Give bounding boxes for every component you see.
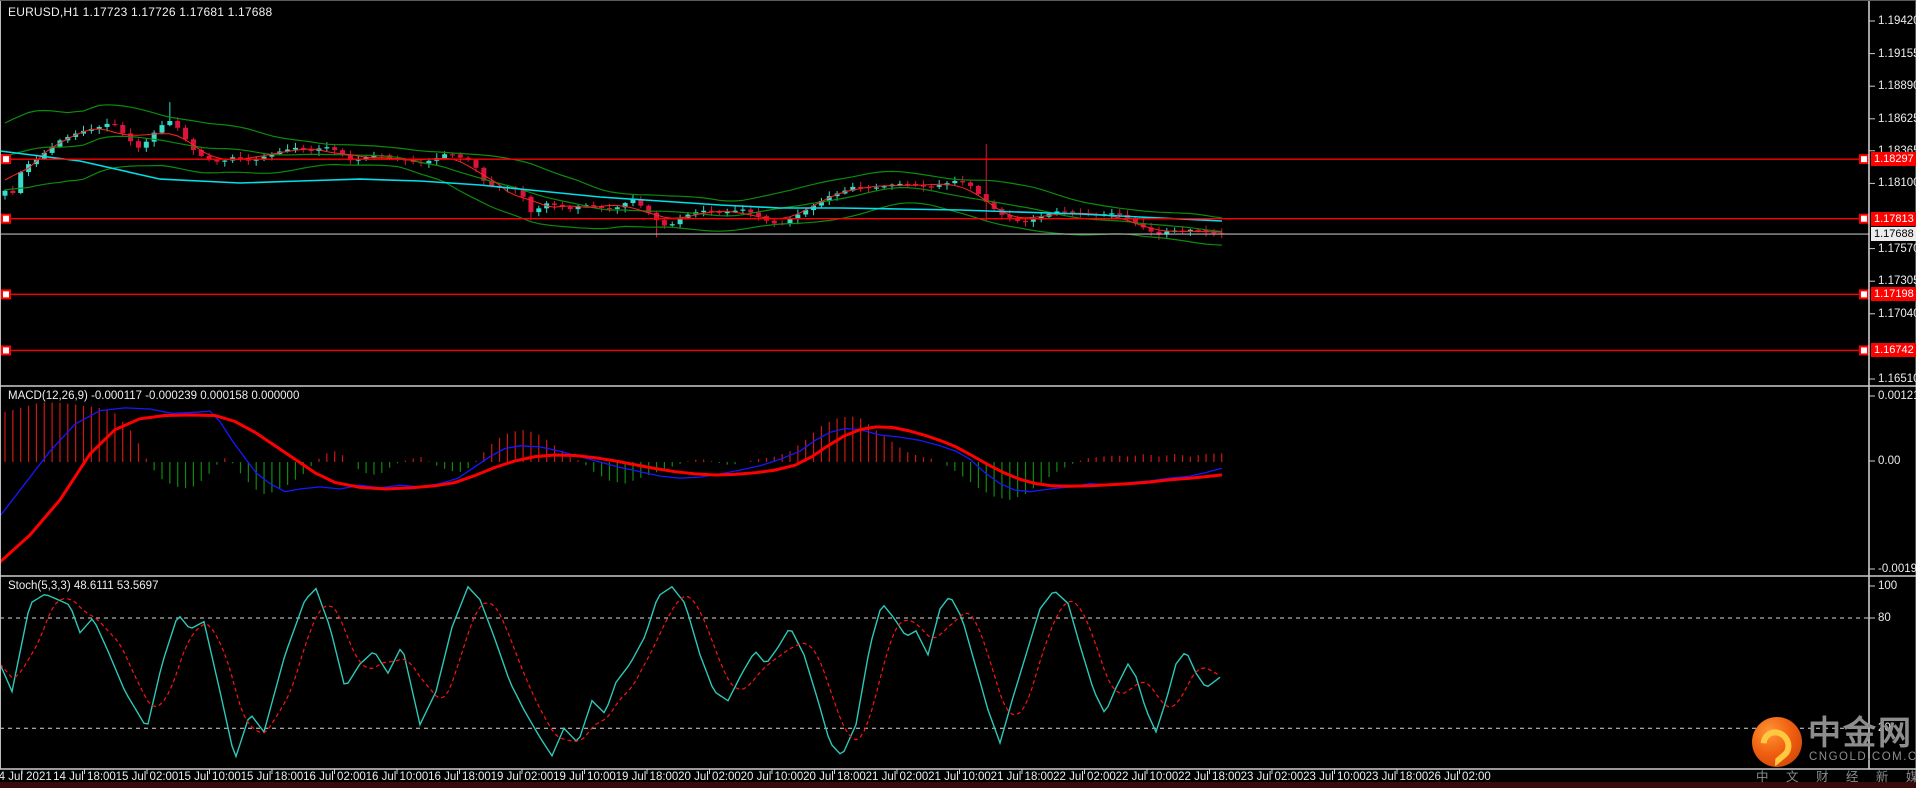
time-tick-label: 23 Jul 18:00 <box>1366 771 1429 783</box>
time-tick-label: 16 Jul 18:00 <box>428 771 491 783</box>
time-tick-label: 21 Jul 18:00 <box>991 771 1054 783</box>
time-tick-label: 15 Jul 02:00 <box>116 771 179 783</box>
time-tick-label: 15 Jul 18:00 <box>241 771 304 783</box>
logo-tagline-text: 中 文 财 经 新 媒 体 <box>1756 766 1916 785</box>
time-tick-label: 20 Jul 18:00 <box>803 771 866 783</box>
price-tick-label: 1.17040 <box>1878 308 1916 320</box>
macd-tick-label: 0.001219 <box>1878 390 1916 402</box>
time-tick-label: 19 Jul 18:00 <box>616 771 679 783</box>
cngold-watermark: 中金网 CNGOLD.COM.CN 中 文 财 经 新 媒 体 <box>1752 713 1912 783</box>
price-tick-label: 1.17305 <box>1878 275 1916 287</box>
price-tick-label: 1.17570 <box>1878 243 1916 255</box>
time-tick-label: 19 Jul 02:00 <box>491 771 554 783</box>
time-tick-label: 14 Jul 2021 <box>0 771 52 783</box>
price-tick-label: 1.19420 <box>1878 15 1916 27</box>
time-tick-label: 21 Jul 02:00 <box>866 771 929 783</box>
price-tick-label: 1.18890 <box>1878 80 1916 92</box>
time-tick-label: 22 Jul 10:00 <box>1116 771 1179 783</box>
logo-swirl-glyph <box>1754 723 1798 767</box>
time-tick-label: 22 Jul 18:00 <box>1178 771 1241 783</box>
current-bid-tag: 1.17688 <box>1871 227 1916 241</box>
time-tick-label: 20 Jul 02:00 <box>678 771 741 783</box>
symbol-ohlc-title: EURUSD,H1 1.17723 1.17726 1.17681 1.1768… <box>8 5 272 19</box>
hline-price-tag: 1.16742 <box>1871 343 1916 357</box>
macd-tick-label: -0.001981 <box>1878 563 1916 575</box>
price-tick-label: 1.18100 <box>1878 177 1916 189</box>
price-tick-label: 1.16510 <box>1878 373 1916 385</box>
time-tick-label: 14 Jul 18:00 <box>53 771 116 783</box>
time-tick-label: 21 Jul 10:00 <box>928 771 991 783</box>
time-tick-label: 23 Jul 02:00 <box>1241 771 1304 783</box>
hline-price-tag: 1.17198 <box>1871 287 1916 301</box>
time-tick-label: 20 Jul 10:00 <box>741 771 804 783</box>
price-tick-label: 1.18625 <box>1878 113 1916 125</box>
mt4-chart-window: EURUSD,H1 1.17723 1.17726 1.17681 1.1768… <box>0 0 1916 788</box>
stoch-tick-label: 100 <box>1878 580 1897 592</box>
time-tick-label: 22 Jul 02:00 <box>1053 771 1116 783</box>
time-tick-label: 26 Jul 02:00 <box>1428 771 1491 783</box>
cngold-logo-icon <box>1752 717 1802 767</box>
price-tick-label: 1.19155 <box>1878 48 1916 60</box>
time-tick-label: 19 Jul 10:00 <box>553 771 616 783</box>
stoch-indicator-label: Stoch(5,3,3) 48.6111 53.5697 <box>8 580 158 592</box>
logo-brand-text: 中金网 <box>1808 715 1912 751</box>
time-tick-label: 15 Jul 10:00 <box>178 771 241 783</box>
macd-tick-label: 0.00 <box>1878 455 1900 467</box>
time-tick-label: 16 Jul 02:00 <box>303 771 366 783</box>
logo-domain-text: CNGOLD.COM.CN <box>1809 751 1916 763</box>
hline-price-tag: 1.18297 <box>1871 152 1916 166</box>
stoch-tick-label: 80 <box>1878 612 1891 624</box>
time-tick-label: 16 Jul 10:00 <box>366 771 429 783</box>
macd-indicator-label: MACD(12,26,9) -0.000117 -0.000239 0.0001… <box>8 390 299 402</box>
hline-price-tag: 1.17813 <box>1871 212 1916 226</box>
time-tick-label: 23 Jul 10:00 <box>1303 771 1366 783</box>
